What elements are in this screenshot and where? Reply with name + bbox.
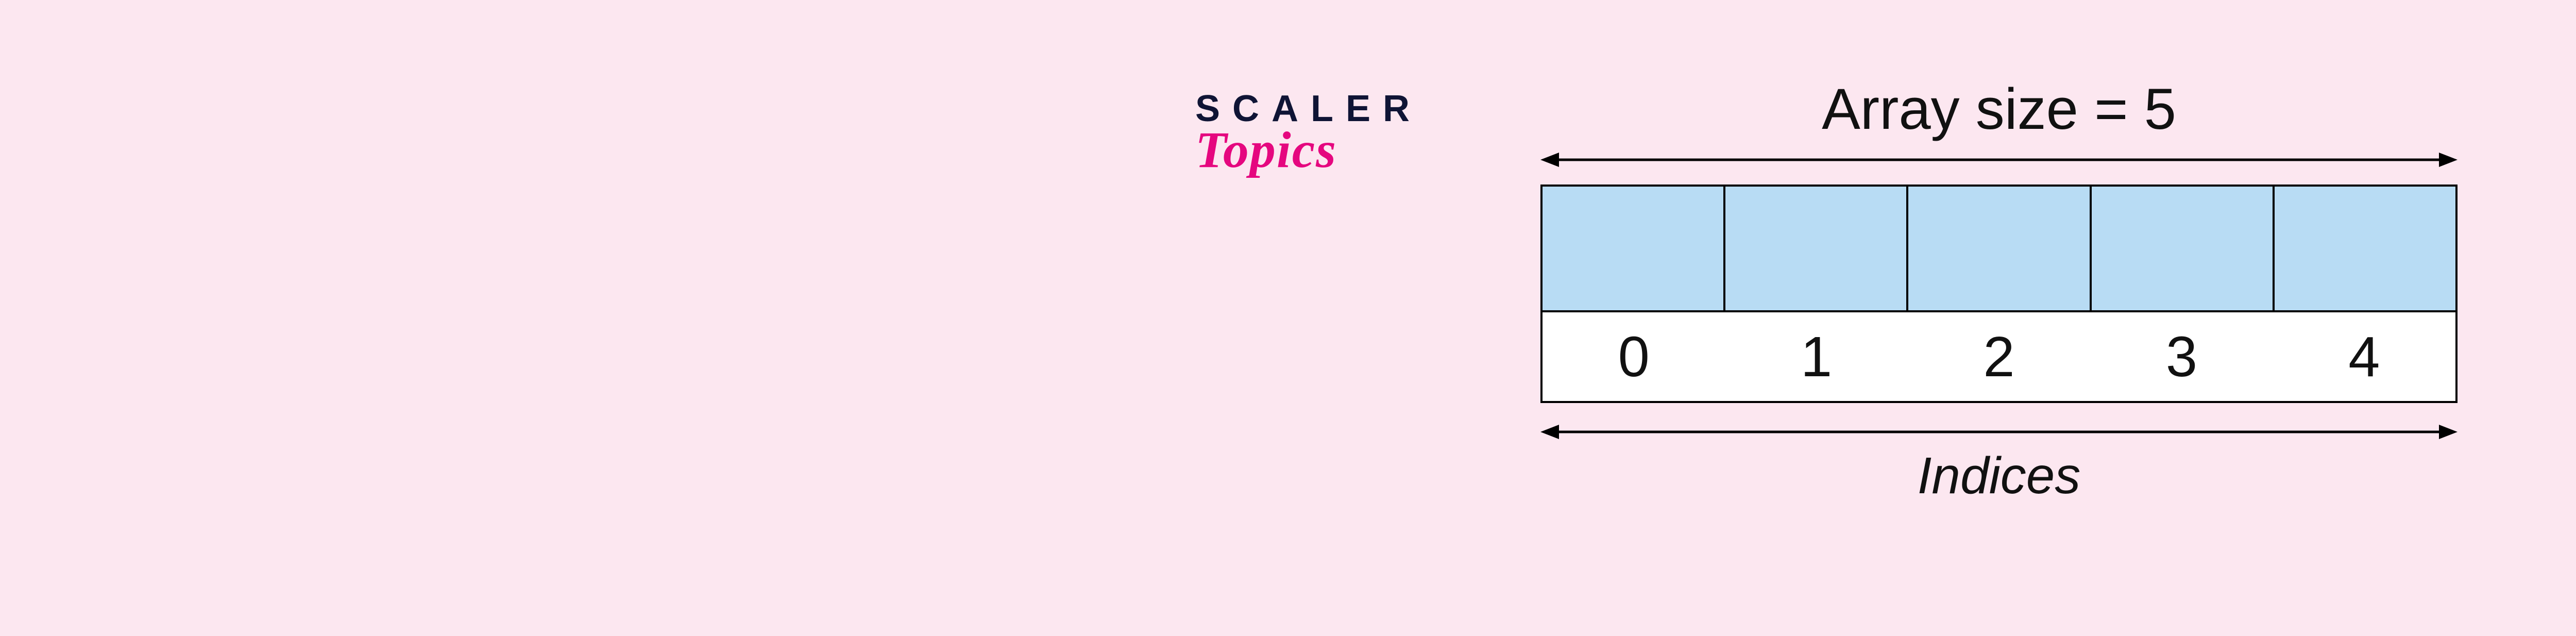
array-cell [2275, 187, 2455, 310]
array-cell [1543, 187, 1725, 310]
array-index: 1 [1725, 312, 1907, 401]
array-index: 4 [2273, 312, 2455, 401]
array-cell [1908, 187, 2091, 310]
diagram-title: Array size = 5 [1540, 76, 2458, 142]
array-index: 2 [1908, 312, 2090, 401]
array-cell [1725, 187, 1908, 310]
indices-double-arrow [1540, 422, 2458, 442]
array-cells-row [1540, 185, 2458, 312]
brand-logo: SCALER Topics [1195, 90, 1422, 176]
array-cells [1543, 187, 2455, 310]
array-index: 3 [2090, 312, 2273, 401]
array-index: 0 [1543, 312, 1725, 401]
array-diagram: Array size = 5 0 1 2 3 4 Indices [1540, 76, 2458, 506]
array-indices-row: 0 1 2 3 4 [1540, 312, 2458, 403]
logo-line2: Topics [1195, 124, 1422, 176]
size-double-arrow [1540, 149, 2458, 170]
array-cell [2092, 187, 2275, 310]
indices-label: Indices [1540, 446, 2458, 506]
